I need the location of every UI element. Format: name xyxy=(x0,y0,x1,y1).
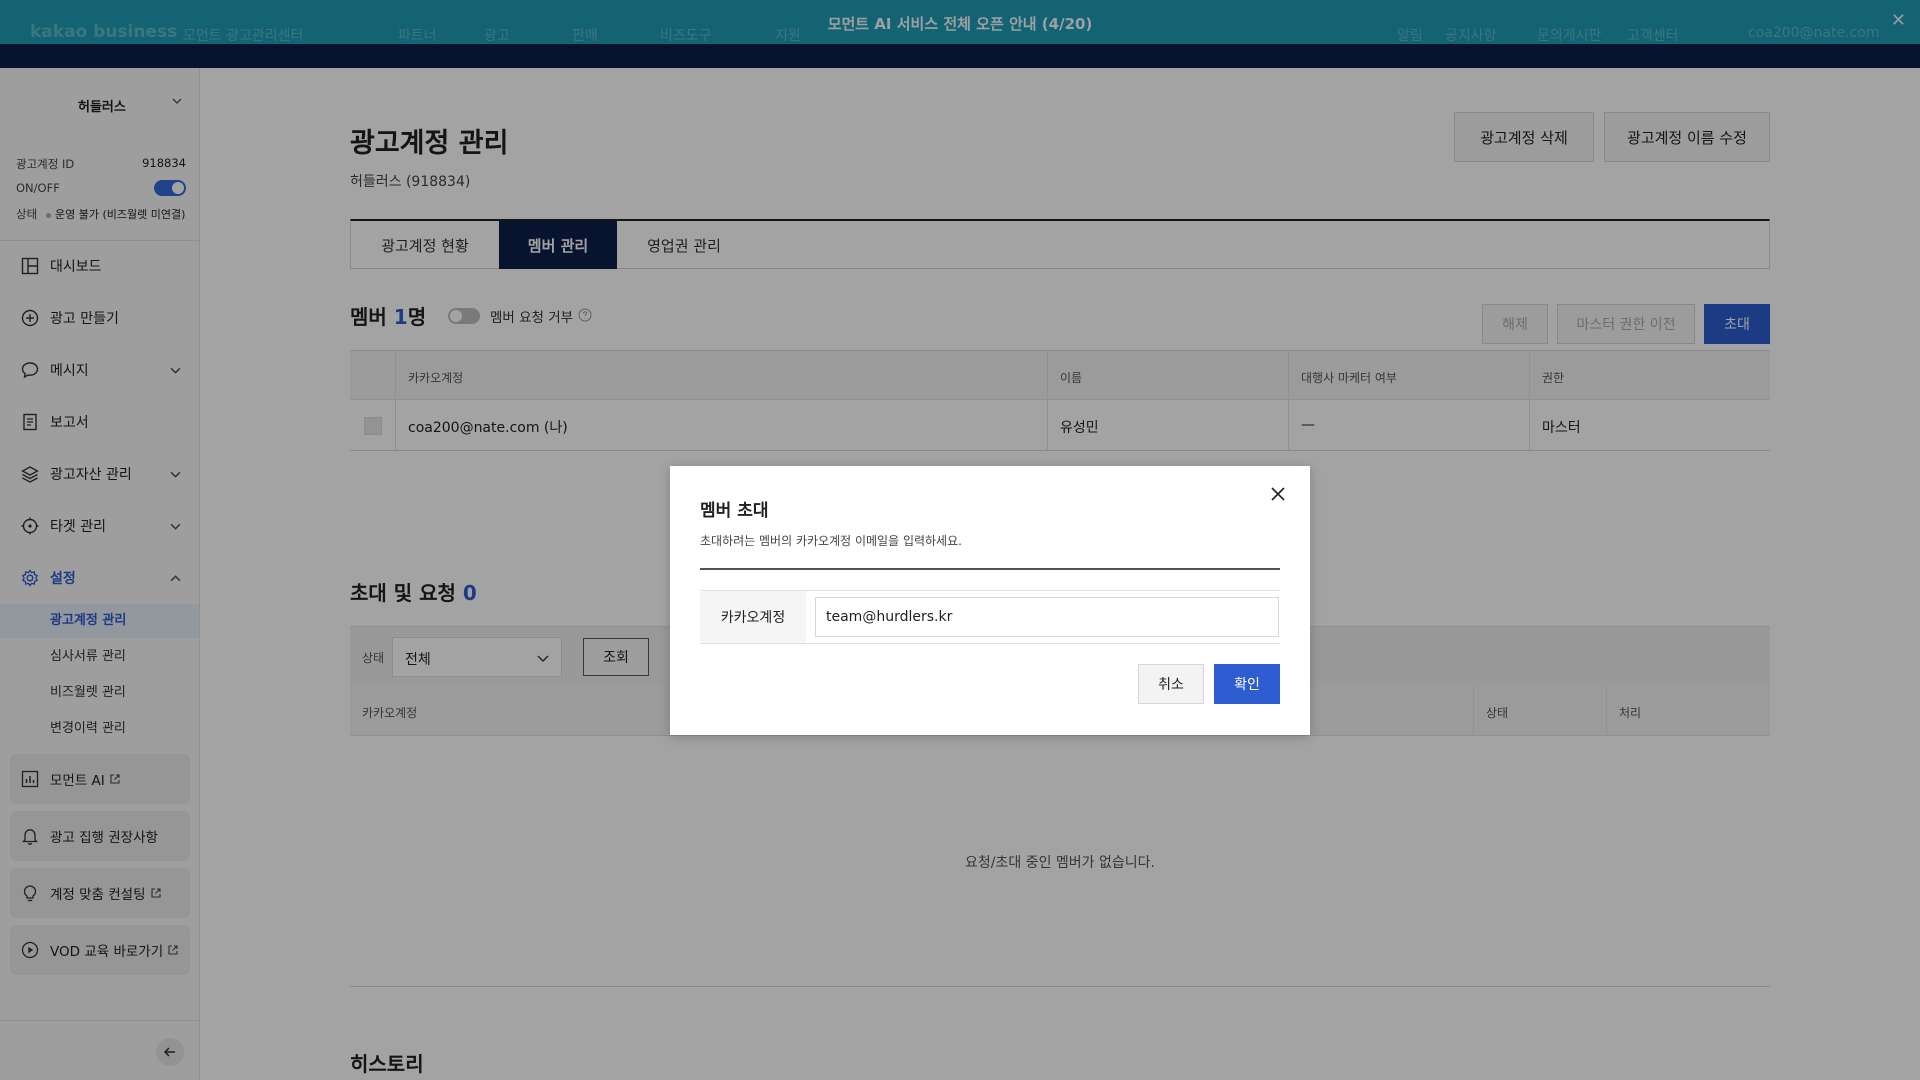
invite-form-row: 카카오계정 xyxy=(700,590,1280,644)
kakao-account-email-input[interactable] xyxy=(815,597,1279,637)
close-icon[interactable] xyxy=(1268,484,1288,504)
cancel-button[interactable]: 취소 xyxy=(1138,664,1204,704)
confirm-button[interactable]: 확인 xyxy=(1214,664,1280,704)
modal-title: 멤버 초대 xyxy=(700,501,769,521)
modal-divider xyxy=(700,568,1280,570)
invite-member-modal: 멤버 초대 초대하려는 멤버의 카카오계정 이메일을 입력하세요. 카카오계정 … xyxy=(670,466,1310,735)
kakao-account-label: 카카오계정 xyxy=(700,591,806,643)
modal-description: 초대하려는 멤버의 카카오계정 이메일을 입력하세요. xyxy=(700,534,962,548)
